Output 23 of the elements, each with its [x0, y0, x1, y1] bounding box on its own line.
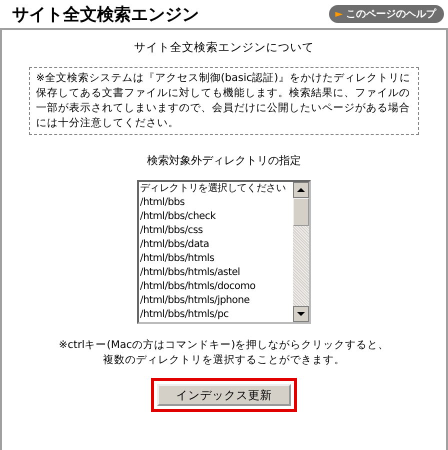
help-link[interactable]: ► このページのヘルプ: [329, 5, 444, 23]
section-heading: サイト全文検索エンジンについて: [134, 40, 314, 55]
directory-option[interactable]: ディレクトリを選択してください: [139, 182, 293, 196]
notice-text: ※全文検索システムは『アクセス制御(basic認証)』をかけたディレクトリに保存してある文書ファイルに対しても機能します。検索結果に、ファイルの一部が表示されてしまいますので、会員だけに公開したいページがある場合には十分注意してください。: [29, 67, 419, 135]
directory-option[interactable]: /html/bbs/htmls/docomo: [139, 280, 293, 294]
directory-option[interactable]: /html/bbs/htmls/pc: [139, 308, 293, 322]
scroll-up-icon[interactable]: [293, 182, 309, 198]
directory-option[interactable]: /html/bbs: [139, 196, 293, 210]
directory-option[interactable]: /html/bbs/check: [139, 210, 293, 224]
scroll-thumb[interactable]: [293, 198, 309, 226]
directory-option[interactable]: /html/bbs/htmls/astel: [139, 266, 293, 280]
hint-text: ※ctrlキー(Macの方はコマンドキー)を押しながらクリックすると、: [58, 338, 390, 353]
directory-option[interactable]: /html/bbs/htmls: [139, 252, 293, 266]
directory-listbox[interactable]: ディレクトリを選択してください /html/bbs /html/bbs/check /html/bbs/css /html/bbs/data /html/bbs/htmls /html/bbs/htmls/astel /html/bbs/htmls/docomo /html/bbs/htmls/jphone /html/bbs/htmls/pc: [137, 180, 311, 324]
update-index-button[interactable]: インデックス更新: [157, 384, 291, 406]
directory-option[interactable]: /html/bbs/data: [139, 238, 293, 252]
scrollbar[interactable]: [293, 182, 309, 322]
scroll-down-icon[interactable]: [293, 306, 309, 322]
page-title: サイト全文検索エンジン: [12, 4, 199, 26]
directory-option[interactable]: /html/bbs/htmls/jphone: [139, 294, 293, 308]
directory-option[interactable]: /html/bbs/css: [139, 224, 293, 238]
hint-text: 複数のディレクトリを選択することができます。: [102, 353, 346, 368]
section-heading: 検索対象外ディレクトリの指定: [147, 153, 301, 168]
